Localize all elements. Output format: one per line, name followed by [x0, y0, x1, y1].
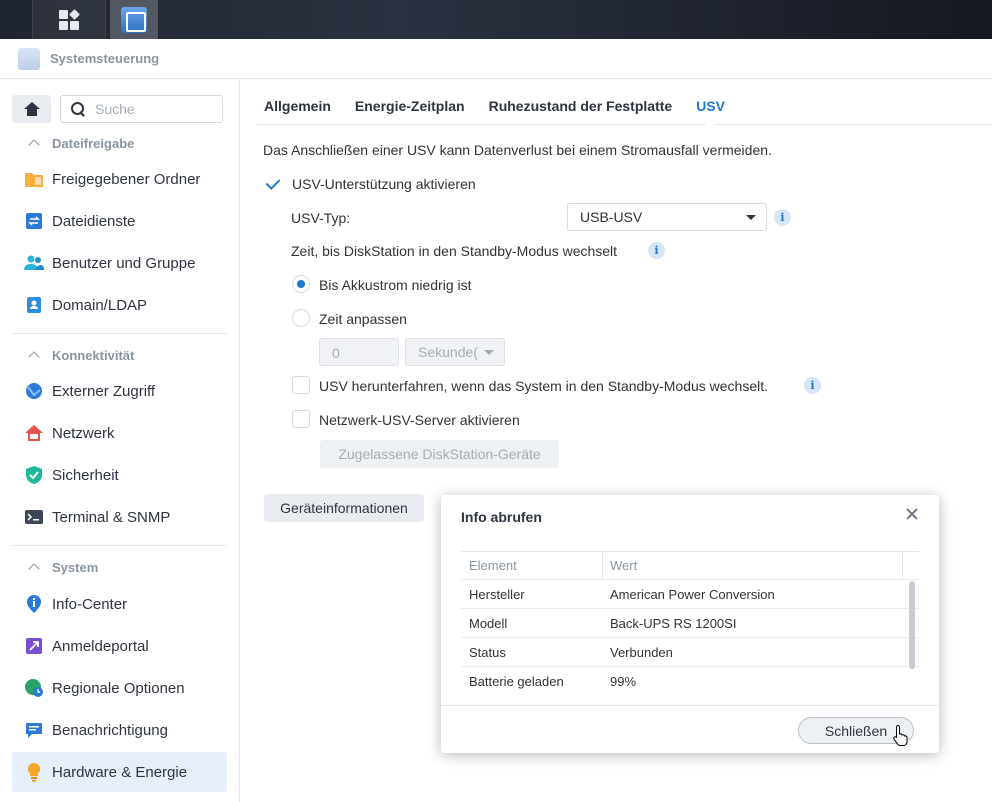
- radio-custom-time[interactable]: [292, 309, 310, 327]
- section-header-dateifreigabe[interactable]: Dateifreigabe: [12, 131, 227, 155]
- info-dialog: Info abrufen Element Wert Hersteller Ame…: [441, 495, 939, 753]
- sidebar-item-dateidienste[interactable]: Dateidienste: [12, 201, 227, 241]
- home-icon: [23, 102, 40, 116]
- control-panel-icon: [18, 47, 40, 70]
- sidebar-item-netzwerk[interactable]: Netzwerk: [12, 413, 227, 453]
- sidebar-item-benachrichtigung[interactable]: Benachrichtigung: [12, 710, 227, 750]
- usv-type-label: USV-Typ:: [291, 210, 351, 226]
- sidebar-item-anmeldeportal[interactable]: Anmeldeportal: [12, 626, 227, 666]
- chevron-up-icon: [28, 563, 40, 575]
- table-row[interactable]: Hersteller American Power Conversion: [461, 580, 919, 609]
- sidebar-item-benutzer-und-gruppe[interactable]: Benutzer und Gruppe: [12, 243, 227, 283]
- search-icon: [71, 102, 85, 116]
- sidebar-divider: [12, 333, 227, 334]
- cell-value: Verbunden: [610, 644, 673, 660]
- radio-low-battery-label: Bis Akkustrom niedrig ist: [319, 277, 472, 293]
- house-network-icon: [25, 425, 43, 441]
- sidebar-item-domain-ldap[interactable]: Domain/LDAP: [12, 285, 227, 325]
- window-title: Systemsteuerung: [50, 51, 160, 66]
- globe-clock-icon: [25, 679, 43, 697]
- usv-type-select[interactable]: USB-USV: [567, 203, 767, 231]
- terminal-icon: [25, 510, 43, 524]
- network-server-checkbox[interactable]: [292, 410, 310, 428]
- shutdown-label: USV herunterfahren, wenn das System in d…: [319, 378, 769, 394]
- taskbar-control-panel-button[interactable]: [110, 0, 158, 39]
- network-server-label: Netzwerk-USV-Server aktivieren: [319, 412, 520, 428]
- column-header-wert[interactable]: Wert: [603, 552, 903, 579]
- table-row[interactable]: Modell Back-UPS RS 1200SI: [461, 609, 919, 638]
- table-header: Element Wert: [461, 551, 919, 580]
- search-box[interactable]: [60, 95, 223, 123]
- folder-icon: [25, 173, 43, 187]
- tab-energie-zeitplan[interactable]: Energie-Zeitplan: [355, 91, 465, 124]
- table-scrollbar[interactable]: [909, 581, 915, 669]
- info-icon[interactable]: i: [774, 209, 791, 226]
- device-info-button[interactable]: Geräteinformationen: [264, 494, 424, 522]
- sidebar-item-info-center[interactable]: Info-Center: [12, 584, 227, 624]
- apps-grid-icon: [59, 8, 80, 30]
- usv-enable-label: USV-Unterstützung aktivieren: [292, 176, 476, 192]
- sidebar-item-sicherheit[interactable]: Sicherheit: [12, 455, 227, 495]
- info-icon[interactable]: i: [804, 377, 821, 394]
- hand-cursor-icon: [893, 724, 908, 746]
- radio-custom-time-label: Zeit anpassen: [319, 311, 407, 327]
- time-value-field[interactable]: [319, 338, 399, 366]
- control-panel-icon: [121, 6, 147, 33]
- radio-low-battery[interactable]: [292, 275, 310, 293]
- usv-intro-text: Das Anschließen einer USV kann Datenverl…: [263, 142, 772, 158]
- cell-value: American Power Conversion: [610, 586, 775, 602]
- info-pin-icon: [27, 595, 41, 613]
- cell-element: Status: [469, 644, 506, 660]
- chevron-down-icon: [484, 350, 494, 355]
- cell-value: 99%: [610, 674, 637, 689]
- tab-ruhezustand[interactable]: Ruhezustand der Festplatte: [489, 91, 673, 124]
- sidebar-item-freigegebener-ordner[interactable]: Freigegebener Ordner: [12, 159, 227, 199]
- chevron-down-icon: [746, 215, 756, 220]
- tab-allgemein[interactable]: Allgemein: [264, 91, 331, 124]
- shutdown-checkbox[interactable]: [292, 376, 310, 394]
- sidebar-item-externer-zugriff[interactable]: Externer Zugriff: [12, 371, 227, 411]
- info-icon[interactable]: i: [648, 242, 665, 259]
- main-menu-button[interactable]: [32, 0, 106, 39]
- cell-value: Back-UPS RS 1200SI: [610, 615, 737, 631]
- cell-element: Modell: [469, 615, 508, 631]
- time-unit-select[interactable]: Sekunde(: [405, 338, 505, 366]
- usv-enable-checkbox[interactable]: [265, 175, 283, 193]
- tab-bar: Allgemein Energie-Zeitplan Ruhezustand d…: [257, 91, 992, 125]
- id-card-icon: [27, 297, 41, 313]
- file-services-icon: [26, 213, 42, 229]
- globe-link-icon: [26, 383, 42, 399]
- chevron-up-icon: [28, 139, 40, 151]
- section-header-system[interactable]: System: [12, 555, 227, 579]
- info-table: Element Wert Hersteller American Power C…: [461, 551, 919, 696]
- sidebar-divider: [12, 545, 227, 546]
- section-header-konnektivitaet[interactable]: Konnektivität: [12, 343, 227, 367]
- portal-arrow-icon: [26, 638, 42, 654]
- shield-check-icon: [26, 466, 42, 484]
- tab-usv[interactable]: USV: [696, 91, 725, 125]
- close-icon[interactable]: [905, 507, 919, 521]
- chevron-up-icon: [28, 351, 40, 363]
- search-input[interactable]: [95, 101, 215, 117]
- table-row[interactable]: Batterie geladen 99%: [461, 667, 919, 696]
- cell-element: Batterie geladen: [469, 674, 564, 689]
- cell-element: Hersteller: [469, 586, 525, 602]
- dialog-title: Info abrufen: [461, 509, 542, 525]
- lightbulb-icon: [27, 762, 41, 782]
- users-icon: [24, 255, 44, 270]
- sidebar: Dateifreigabe Freigegebener Ordner Datei…: [0, 79, 240, 802]
- home-button[interactable]: [12, 95, 51, 123]
- chat-bubble-icon: [26, 723, 42, 738]
- table-row[interactable]: Status Verbunden: [461, 638, 919, 667]
- sidebar-item-terminal-snmp[interactable]: Terminal & SNMP: [12, 497, 227, 537]
- dialog-footer-divider: [441, 705, 939, 706]
- sidebar-item-regionale-optionen[interactable]: Regionale Optionen: [12, 668, 227, 708]
- allowed-devices-button[interactable]: Zugelassene DiskStation-Geräte: [320, 440, 559, 468]
- column-header-element[interactable]: Element: [461, 552, 603, 579]
- taskbar: [0, 0, 992, 39]
- standby-label: Zeit, bis DiskStation in den Standby-Mod…: [291, 243, 618, 259]
- window-titlebar: Systemsteuerung: [0, 39, 992, 79]
- sidebar-item-hardware-energie[interactable]: Hardware & Energie: [12, 752, 227, 792]
- time-value-input[interactable]: [332, 345, 392, 361]
